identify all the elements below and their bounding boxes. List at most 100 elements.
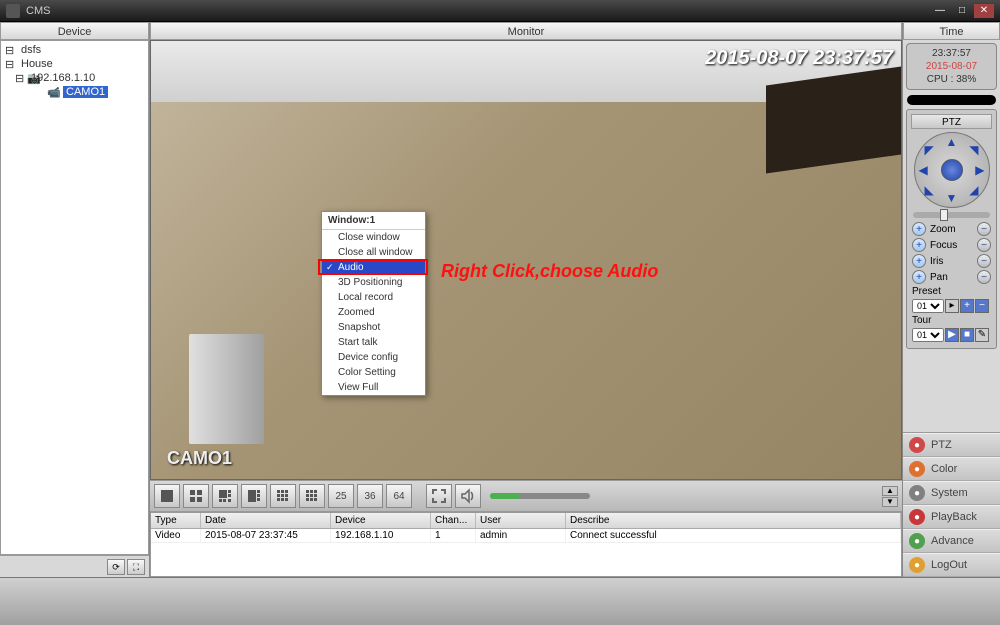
context-item-color-setting[interactable]: Color Setting [322, 365, 425, 380]
ptz-down-button[interactable]: ▼ [946, 191, 958, 205]
context-item-start-talk[interactable]: Start talk [322, 335, 425, 350]
context-item-device-config[interactable]: Device config [322, 350, 425, 365]
fullscreen-button[interactable] [426, 484, 452, 508]
advance-icon: ● [909, 533, 925, 549]
folder-icon: ⊟ [5, 44, 19, 56]
tree-item[interactable]: ⊟House [3, 57, 146, 71]
preset-label: Preset [912, 286, 991, 297]
tree-item-camera[interactable]: 📹CAMO1 [3, 85, 146, 99]
ptz-dpad: ▲ ▼ ▶ ◀ ◥ ◤ ◢ ◣ [914, 132, 990, 208]
col-channel[interactable]: Chan... [431, 513, 476, 528]
ptz-pan-plus-button[interactable]: + [912, 270, 926, 284]
titlebar: CMS — □ ✕ [0, 0, 1000, 22]
menu-system[interactable]: ● System [903, 481, 1000, 505]
layout-6-button[interactable] [212, 484, 238, 508]
menu-playback[interactable]: ●PlayBack [903, 505, 1000, 529]
preset-select[interactable]: 01 [912, 299, 944, 313]
tour-edit-button[interactable]: ✎ [975, 328, 989, 342]
layout-9-button[interactable] [270, 484, 296, 508]
col-date[interactable]: Date [201, 513, 331, 528]
scroll-up-button[interactable]: ▲ [882, 486, 898, 496]
video-frame [151, 41, 901, 479]
ptz-panel: PTZ ▲ ▼ ▶ ◀ ◥ ◤ ◢ ◣ +Zoom−+Focus−+Iris−+… [906, 109, 997, 349]
tree-item[interactable]: ⊟dsfs [3, 43, 146, 57]
col-user[interactable]: User [476, 513, 566, 528]
col-type[interactable]: Type [151, 513, 201, 528]
preset-go-button[interactable]: ▸ [945, 299, 959, 313]
tree-item-device[interactable]: ⊟ 📷192.168.1.10 [3, 71, 146, 85]
col-describe[interactable]: Describe [566, 513, 901, 528]
system-icon: ● [909, 485, 925, 501]
ptz-zoom-minus-button[interactable]: − [977, 222, 991, 236]
clock-time: 23:37:57 [910, 47, 993, 60]
ptz-iris-plus-button[interactable]: + [912, 254, 926, 268]
logout-icon: ● [909, 557, 925, 573]
layout-64-button[interactable]: 64 [386, 484, 412, 508]
device-icon: ⊟ 📷 [15, 72, 29, 84]
app-title: CMS [26, 5, 50, 17]
annotation-text: Right Click,choose Audio [441, 261, 658, 282]
layout-16-button[interactable] [299, 484, 325, 508]
ptz-iris-minus-button[interactable]: − [977, 254, 991, 268]
context-item-audio[interactable]: Audio [322, 260, 425, 275]
preset-add-button[interactable]: + [960, 299, 974, 313]
menu-advance[interactable]: ● Advance [903, 529, 1000, 553]
camera-icon: 📹 [47, 86, 61, 98]
close-button[interactable]: ✕ [974, 4, 994, 18]
ptz-icon: ● [909, 437, 925, 453]
device-btn-a[interactable]: ⟳ [107, 559, 125, 575]
ptz-downleft-button[interactable]: ◣ [925, 183, 934, 197]
menu-label: LogOut [931, 559, 967, 571]
ptz-pan-minus-button[interactable]: − [977, 270, 991, 284]
ptz-left-button[interactable]: ◀ [919, 163, 928, 177]
layout-1-button[interactable] [154, 484, 180, 508]
context-item-snapshot[interactable]: Snapshot [322, 320, 425, 335]
ptz-upright-button[interactable]: ◥ [969, 143, 978, 157]
menu-logout[interactable]: ● LogOut [903, 553, 1000, 577]
device-toolbar: ⟳ ⛶ [0, 555, 149, 577]
volume-slider[interactable] [490, 493, 590, 499]
layout-36-button[interactable]: 36 [357, 484, 383, 508]
video-area[interactable]: 2015-08-07 23:37:57 CAMO1 Window:1 Close… [150, 40, 902, 480]
context-menu: Window:1 Close windowClose all windowAud… [321, 211, 426, 396]
tour-select[interactable]: 01 [912, 328, 944, 342]
ptz-center-button[interactable] [941, 159, 963, 181]
menu-label: Advance [931, 535, 974, 547]
layout-toolbar: 253664 ▲ ▼ [150, 480, 902, 512]
ptz-downright-button[interactable]: ◢ [969, 183, 978, 197]
audio-button[interactable] [455, 484, 481, 508]
tour-stop-button[interactable]: ■ [960, 328, 974, 342]
maximize-button[interactable]: □ [952, 4, 972, 18]
ptz-upleft-button[interactable]: ◤ [925, 143, 934, 157]
menu-label: PlayBack [931, 511, 977, 523]
ptz-focus-plus-button[interactable]: + [912, 238, 926, 252]
layout-4-button[interactable] [183, 484, 209, 508]
layout-8-button[interactable] [241, 484, 267, 508]
menu-label: System [931, 487, 968, 499]
ptz-right-button[interactable]: ▶ [975, 163, 984, 177]
preset-del-button[interactable]: − [975, 299, 989, 313]
menu-color[interactable]: ●Color [903, 457, 1000, 481]
ptz-speed-slider[interactable] [913, 212, 990, 218]
log-row[interactable]: Video2015-08-07 23:37:45192.168.1.101adm… [151, 529, 901, 543]
ptz-zoom-plus-button[interactable]: + [912, 222, 926, 236]
ptz-up-button[interactable]: ▲ [946, 135, 958, 149]
menu-ptz[interactable]: ●PTZ [903, 433, 1000, 457]
monitor-header: Monitor [150, 22, 902, 40]
ptz-focus-minus-button[interactable]: − [977, 238, 991, 252]
tour-label: Tour [912, 315, 991, 326]
context-item-zoomed[interactable]: Zoomed [322, 305, 425, 320]
scroll-down-button[interactable]: ▼ [882, 497, 898, 507]
context-item-close-window[interactable]: Close window [322, 230, 425, 245]
context-item-view-full[interactable]: View Full [322, 380, 425, 395]
layout-25-button[interactable]: 25 [328, 484, 354, 508]
device-btn-b[interactable]: ⛶ [127, 559, 145, 575]
context-item-3d-positioning[interactable]: 3D Positioning [322, 275, 425, 290]
col-device[interactable]: Device [331, 513, 431, 528]
context-item-local-record[interactable]: Local record [322, 290, 425, 305]
device-panel: Device ⊟dsfs ⊟House ⊟ 📷192.168.1.10 📹CAM… [0, 22, 150, 577]
device-tree[interactable]: ⊟dsfs ⊟House ⊟ 📷192.168.1.10 📹CAMO1 [0, 40, 149, 555]
context-item-close-all-window[interactable]: Close all window [322, 245, 425, 260]
minimize-button[interactable]: — [930, 4, 950, 18]
tour-play-button[interactable]: ▶ [945, 328, 959, 342]
